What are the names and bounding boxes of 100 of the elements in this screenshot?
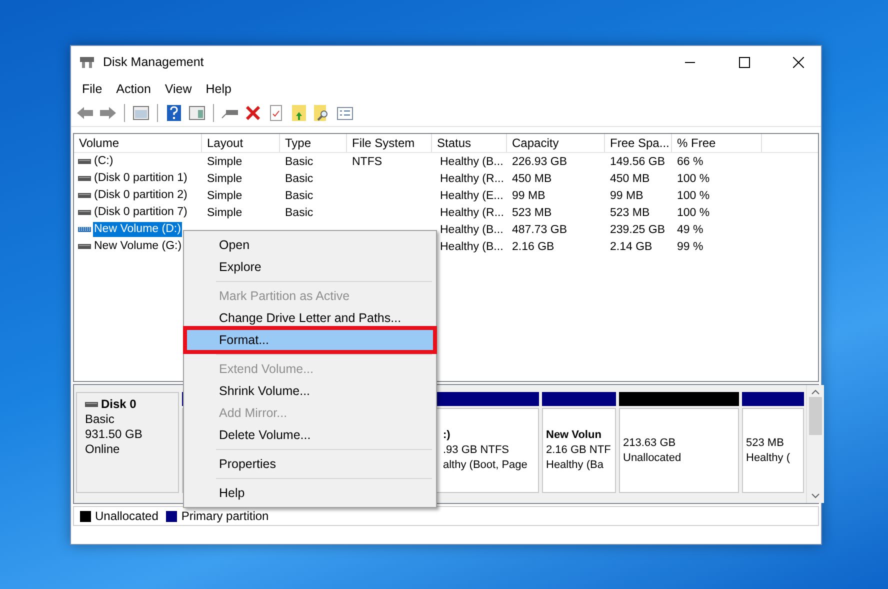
partition-name: :) bbox=[443, 428, 452, 443]
menu-item[interactable]: Action bbox=[109, 82, 158, 96]
menu-option[interactable]: Explore bbox=[186, 256, 434, 278]
drive-icon bbox=[78, 175, 91, 182]
partition-name: New Volun bbox=[546, 428, 602, 443]
table-cell: Healthy (B... bbox=[440, 224, 504, 236]
table-cell: Healthy (R... bbox=[440, 172, 504, 184]
column-header[interactable]: Layout bbox=[202, 134, 280, 152]
partition-detail: Healthy (Ba bbox=[546, 458, 604, 473]
legend-label: Primary partition bbox=[181, 509, 269, 523]
column-header[interactable]: % Free bbox=[672, 134, 762, 152]
table-cell: 66 % bbox=[677, 156, 704, 168]
table-cell: 100 % bbox=[677, 206, 710, 218]
table-cell: Healthy (B... bbox=[440, 156, 504, 168]
menu-option[interactable]: Help bbox=[186, 482, 434, 504]
menu-option[interactable]: Delete Volume... bbox=[186, 424, 434, 446]
drive-icon bbox=[78, 192, 91, 199]
partition-detail: Healthy ( bbox=[746, 450, 790, 466]
table-cell: 523 MB bbox=[610, 206, 650, 218]
table-cell: Healthy (R... bbox=[440, 206, 504, 218]
drive-icon bbox=[85, 401, 98, 408]
drive-icon bbox=[78, 226, 91, 233]
partition-detail: 213.63 GB bbox=[623, 436, 677, 450]
table-cell: 99 MB bbox=[610, 190, 644, 202]
scrollbar[interactable] bbox=[806, 385, 824, 503]
partition-detail: 2.16 GB NTF bbox=[546, 443, 611, 458]
scroll-down-icon[interactable] bbox=[811, 493, 820, 499]
column-header[interactable]: Free Spa... bbox=[605, 134, 672, 152]
table-cell: 2.16 GB bbox=[512, 240, 554, 252]
partition-detail: 523 MB bbox=[746, 436, 785, 450]
window-title: Disk Management bbox=[103, 55, 205, 69]
panel-button[interactable] bbox=[131, 103, 151, 123]
drive-icon bbox=[78, 209, 91, 216]
partition-block[interactable]: New Volun 2.16 GB NTF Healthy (Ba bbox=[542, 408, 616, 493]
table-cell: 239.25 GB bbox=[610, 224, 665, 236]
table-cell: 450 MB bbox=[512, 172, 552, 184]
table-cell: 487.73 GB bbox=[512, 224, 567, 236]
table-cell: Basic bbox=[285, 190, 314, 202]
drive-label[interactable]: (C:) bbox=[93, 154, 114, 169]
table-cell: 49 % bbox=[677, 224, 704, 236]
menu-option[interactable]: Shrink Volume... bbox=[186, 380, 434, 402]
table-cell: 99 MB bbox=[512, 190, 546, 202]
partition-detail: althy (Boot, Page bbox=[443, 458, 528, 473]
drive-label[interactable]: (Disk 0 partition 2) bbox=[93, 188, 188, 203]
table-cell: Basic bbox=[285, 156, 314, 168]
disk-size: 931.50 GB bbox=[85, 427, 144, 442]
table-cell: Simple bbox=[207, 156, 242, 168]
column-header[interactable]: Type bbox=[280, 134, 347, 152]
table-cell: 99 % bbox=[677, 240, 704, 252]
table-cell: 100 % bbox=[677, 172, 710, 184]
table-cell: Simple bbox=[207, 172, 242, 184]
partition-block[interactable]: 523 MB Healthy ( bbox=[742, 408, 804, 493]
drive-label[interactable]: New Volume (G:) bbox=[93, 239, 183, 254]
plug-icon bbox=[221, 107, 239, 119]
table-cell: 2.14 GB bbox=[610, 240, 652, 252]
table-cell: 450 MB bbox=[610, 172, 650, 184]
column-header[interactable]: File System bbox=[347, 134, 432, 152]
close-icon bbox=[792, 56, 804, 68]
table-cell: Simple bbox=[207, 190, 242, 202]
disk-type: Basic bbox=[85, 412, 116, 427]
scroll-up-icon[interactable] bbox=[811, 389, 820, 395]
table-cell: Basic bbox=[285, 206, 314, 218]
menu-option[interactable]: Open bbox=[186, 234, 434, 256]
table-cell: Healthy (B... bbox=[440, 240, 504, 252]
folder-up-button[interactable] bbox=[289, 103, 309, 123]
menu-option[interactable]: Change Drive Letter and Paths... bbox=[186, 307, 434, 329]
menu-item[interactable]: File bbox=[75, 82, 110, 96]
table-cell: 523 MB bbox=[512, 206, 552, 218]
menu-item[interactable]: View bbox=[158, 82, 199, 96]
table-cell: 100 % bbox=[677, 190, 710, 202]
disk-status: Online bbox=[85, 442, 121, 457]
help-button[interactable] bbox=[164, 103, 184, 123]
menu-option[interactable]: Format... bbox=[186, 329, 434, 351]
drive-label[interactable]: (Disk 0 partition 7) bbox=[93, 205, 188, 220]
partition-bar bbox=[742, 392, 804, 406]
menu-item[interactable]: Help bbox=[198, 82, 238, 96]
disk-name: Disk 0 bbox=[85, 397, 170, 412]
drive-icon bbox=[78, 243, 91, 250]
partition-block[interactable]: 213.63 GB Unallocated bbox=[619, 408, 739, 493]
delete-button[interactable] bbox=[243, 103, 263, 123]
column-header[interactable]: Status bbox=[432, 134, 507, 152]
drive-icon bbox=[78, 158, 91, 165]
drive-label[interactable]: New Volume (D:) bbox=[93, 222, 182, 237]
table-cell: Basic bbox=[285, 172, 314, 184]
partition-detail: .93 GB NTFS bbox=[443, 443, 510, 458]
table-cell: 149.56 GB bbox=[610, 156, 665, 168]
scroll-thumb[interactable] bbox=[809, 397, 822, 435]
column-header[interactable]: Capacity bbox=[507, 134, 605, 152]
disk-management-icon bbox=[79, 55, 95, 69]
legend-label: Unallocated bbox=[95, 509, 158, 523]
table-cell: Healthy (E... bbox=[440, 190, 504, 202]
menu-option[interactable]: Properties bbox=[186, 453, 434, 475]
panel-button[interactable] bbox=[187, 103, 207, 123]
column-header[interactable]: Volume bbox=[74, 134, 202, 152]
table-cell: 226.93 GB bbox=[512, 156, 567, 168]
maximize-icon bbox=[738, 56, 750, 68]
table-cell: NTFS bbox=[352, 156, 382, 168]
drive-label[interactable]: (Disk 0 partition 1) bbox=[93, 171, 188, 186]
partition-detail: Unallocated bbox=[623, 450, 682, 466]
table-cell: Simple bbox=[207, 206, 242, 218]
